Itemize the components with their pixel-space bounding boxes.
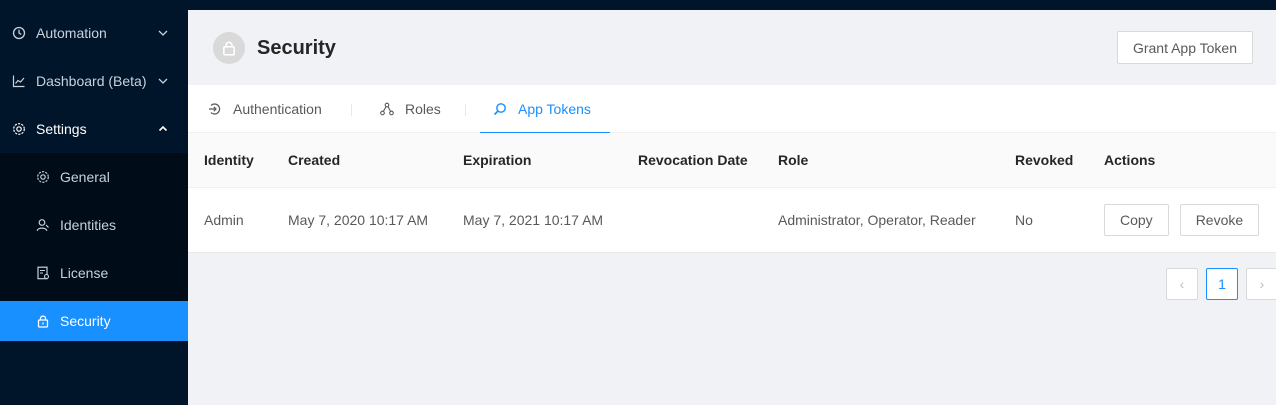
grant-app-token-button[interactable]: Grant App Token bbox=[1116, 31, 1253, 64]
sidebar-item-identities[interactable]: Identities bbox=[0, 205, 188, 245]
login-icon bbox=[208, 102, 222, 116]
chevron-down-icon bbox=[156, 26, 170, 40]
column-header-role[interactable]: Role bbox=[778, 133, 808, 187]
tab-bar: Authentication Roles App Tokens bbox=[188, 85, 1276, 134]
lock-icon bbox=[213, 32, 245, 64]
cell-revoked: No bbox=[1015, 212, 1033, 228]
roles-icon bbox=[380, 102, 394, 116]
tab-divider bbox=[465, 104, 466, 116]
cell-created: May 7, 2020 10:17 AM bbox=[288, 212, 429, 228]
table-row: Admin May 7, 2020 10:17 AM May 7, 2021 1… bbox=[188, 188, 1276, 253]
tab-roles[interactable]: Roles bbox=[380, 85, 441, 133]
column-header-identity[interactable]: Identity bbox=[204, 133, 254, 187]
sidebar-item-settings[interactable]: Settings bbox=[0, 109, 188, 149]
sidebar-item-dashboard[interactable]: Dashboard (Beta) bbox=[0, 61, 188, 101]
tab-app-tokens[interactable]: App Tokens bbox=[480, 85, 610, 134]
chevron-up-icon bbox=[156, 122, 170, 136]
sidebar-item-label: General bbox=[60, 169, 110, 185]
page-header: Security Grant App Token bbox=[188, 10, 1276, 85]
app-tokens-table: Identity Created Expiration Revocation D… bbox=[188, 133, 1276, 253]
page-title: Security bbox=[257, 37, 336, 59]
chevron-down-icon bbox=[156, 74, 170, 88]
sidebar-item-label: Security bbox=[60, 313, 111, 329]
user-icon bbox=[36, 218, 50, 232]
cell-identity: Admin bbox=[204, 212, 244, 228]
column-header-revoked[interactable]: Revoked bbox=[1015, 133, 1073, 187]
sidebar-item-automation[interactable]: Automation bbox=[0, 13, 188, 53]
main-content: Security Grant App Token Authentication … bbox=[188, 10, 1276, 405]
cell-actions: Copy Revoke bbox=[1104, 188, 1260, 252]
tab-label: Authentication bbox=[233, 101, 322, 117]
gear-icon bbox=[12, 122, 26, 136]
top-bar bbox=[0, 0, 1276, 10]
sidebar-item-general[interactable]: General bbox=[0, 157, 188, 197]
copy-button[interactable]: Copy bbox=[1104, 204, 1169, 236]
gear-icon bbox=[36, 170, 50, 184]
sidebar-item-label: Identities bbox=[60, 217, 117, 233]
sidebar-item-label: License bbox=[60, 265, 109, 281]
previous-page-button[interactable]: ‹ bbox=[1166, 268, 1198, 300]
sidebar: Automation Dashboard (Beta) Settings Gen… bbox=[0, 0, 188, 405]
tab-label: Roles bbox=[405, 101, 441, 117]
tab-label: App Tokens bbox=[518, 101, 591, 117]
column-header-revocation-date[interactable]: Revocation Date bbox=[638, 133, 748, 187]
cell-role: Administrator, Operator, Reader bbox=[778, 212, 976, 228]
cell-expiration: May 7, 2021 10:17 AM bbox=[463, 212, 604, 228]
search-icon bbox=[493, 102, 507, 116]
automation-icon bbox=[12, 26, 26, 40]
sidebar-item-label: Automation bbox=[36, 25, 107, 41]
column-header-expiration[interactable]: Expiration bbox=[463, 133, 531, 187]
lock-icon bbox=[36, 314, 50, 328]
tab-authentication[interactable]: Authentication bbox=[208, 85, 322, 133]
sidebar-item-label: Dashboard (Beta) bbox=[36, 73, 147, 89]
sidebar-item-security[interactable]: Security bbox=[0, 301, 188, 341]
page-1-button[interactable]: 1 bbox=[1206, 268, 1238, 300]
table-header: Identity Created Expiration Revocation D… bbox=[188, 133, 1276, 188]
chart-line-icon bbox=[12, 74, 26, 88]
column-header-created[interactable]: Created bbox=[288, 133, 340, 187]
tab-divider bbox=[351, 104, 352, 116]
column-header-actions: Actions bbox=[1104, 152, 1156, 168]
revoke-button[interactable]: Revoke bbox=[1179, 204, 1260, 236]
sidebar-item-license[interactable]: License bbox=[0, 253, 188, 293]
license-icon bbox=[36, 266, 50, 280]
next-page-button[interactable]: › bbox=[1246, 268, 1276, 300]
sidebar-item-label: Settings bbox=[36, 121, 87, 137]
